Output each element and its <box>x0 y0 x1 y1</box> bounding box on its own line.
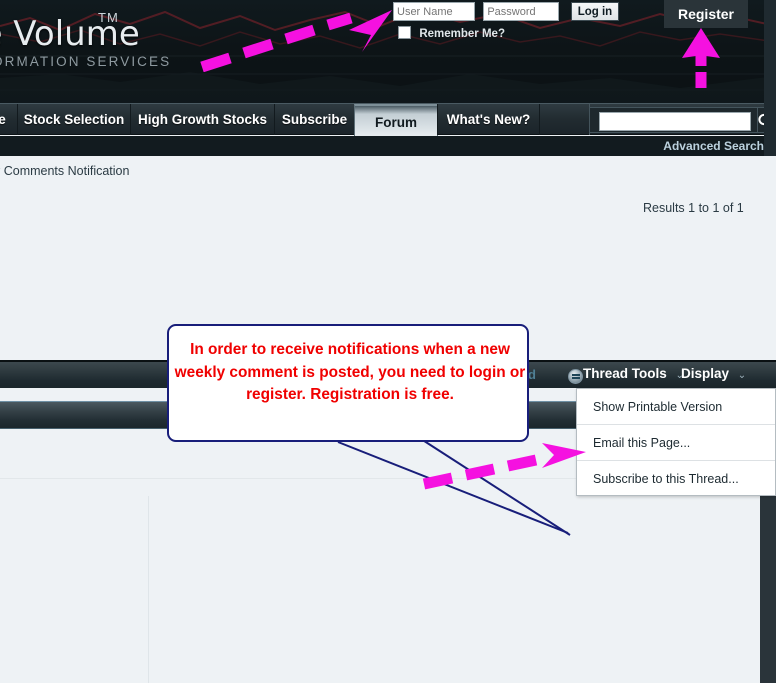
display-label: Display <box>681 366 730 381</box>
search-bar <box>589 107 773 133</box>
display-menu[interactable]: Display ⌄ <box>681 366 746 381</box>
password-input[interactable] <box>483 2 560 21</box>
results-count: Results 1 to 1 of 1 <box>643 201 744 215</box>
breadcrumb: y Comments Notification <box>0 164 130 178</box>
nav-tab-stock-selection[interactable]: Stock Selection <box>17 104 131 135</box>
thread-tools-label: Thread Tools <box>583 366 667 381</box>
main-navigation: e Stock Selection High Growth Stocks Sub… <box>0 103 776 137</box>
right-rail-top <box>764 0 776 156</box>
chevron-down-icon-display: ⌄ <box>737 370 747 381</box>
column-divider <box>148 496 149 683</box>
logo-main-text: ive Volume <box>0 14 140 54</box>
thread-tools-menu[interactable]: Thread Tools ⌄ <box>583 366 684 381</box>
login-button[interactable]: Log in <box>570 2 620 21</box>
thread-tools-dropdown: Show Printable Version Email this Page..… <box>576 388 776 496</box>
site-logo[interactable]: ive Volume TM <box>0 10 140 54</box>
logo-subtitle: T INFORMATION SERVICES <box>0 54 172 69</box>
annotation-arrow-login <box>200 10 392 72</box>
login-form: Log in Remember Me? <box>393 2 683 40</box>
advanced-search-link[interactable]: Advanced Search <box>0 136 776 156</box>
remember-me-row[interactable]: Remember Me? <box>398 26 505 40</box>
nav-tab-forum[interactable]: Forum <box>354 104 438 137</box>
annotation-arrow-subscribe <box>422 443 586 490</box>
nav-tab-subscribe[interactable]: Subscribe <box>274 104 355 135</box>
menu-item-subscribe-to-this-thread[interactable]: Subscribe to this Thread... <box>577 461 775 497</box>
remember-me-label: Remember Me? <box>419 28 505 40</box>
menu-item-show-printable-version[interactable]: Show Printable Version <box>577 389 775 425</box>
register-nav-button[interactable]: Register <box>664 0 748 28</box>
unread-marker-icon[interactable] <box>568 369 583 384</box>
nav-tab-partial[interactable]: e <box>0 104 18 135</box>
right-rail-lower <box>760 496 776 683</box>
search-input[interactable] <box>599 112 751 131</box>
menu-item-email-this-page[interactable]: Email this Page... <box>577 425 775 461</box>
annotation-arrow-register <box>682 28 720 88</box>
nav-tab-whats-new[interactable]: What's New? <box>437 104 540 135</box>
nav-tab-high-growth-stocks[interactable]: High Growth Stocks <box>130 104 275 135</box>
instruction-callout: In order to receive notifications when a… <box>167 324 529 442</box>
logo-trademark: TM <box>98 10 119 25</box>
callout-text: In order to receive notifications when a… <box>174 341 526 403</box>
content-area: y Comments Notification ation Results 1 … <box>0 156 776 683</box>
nav-tab-empty <box>539 104 590 135</box>
